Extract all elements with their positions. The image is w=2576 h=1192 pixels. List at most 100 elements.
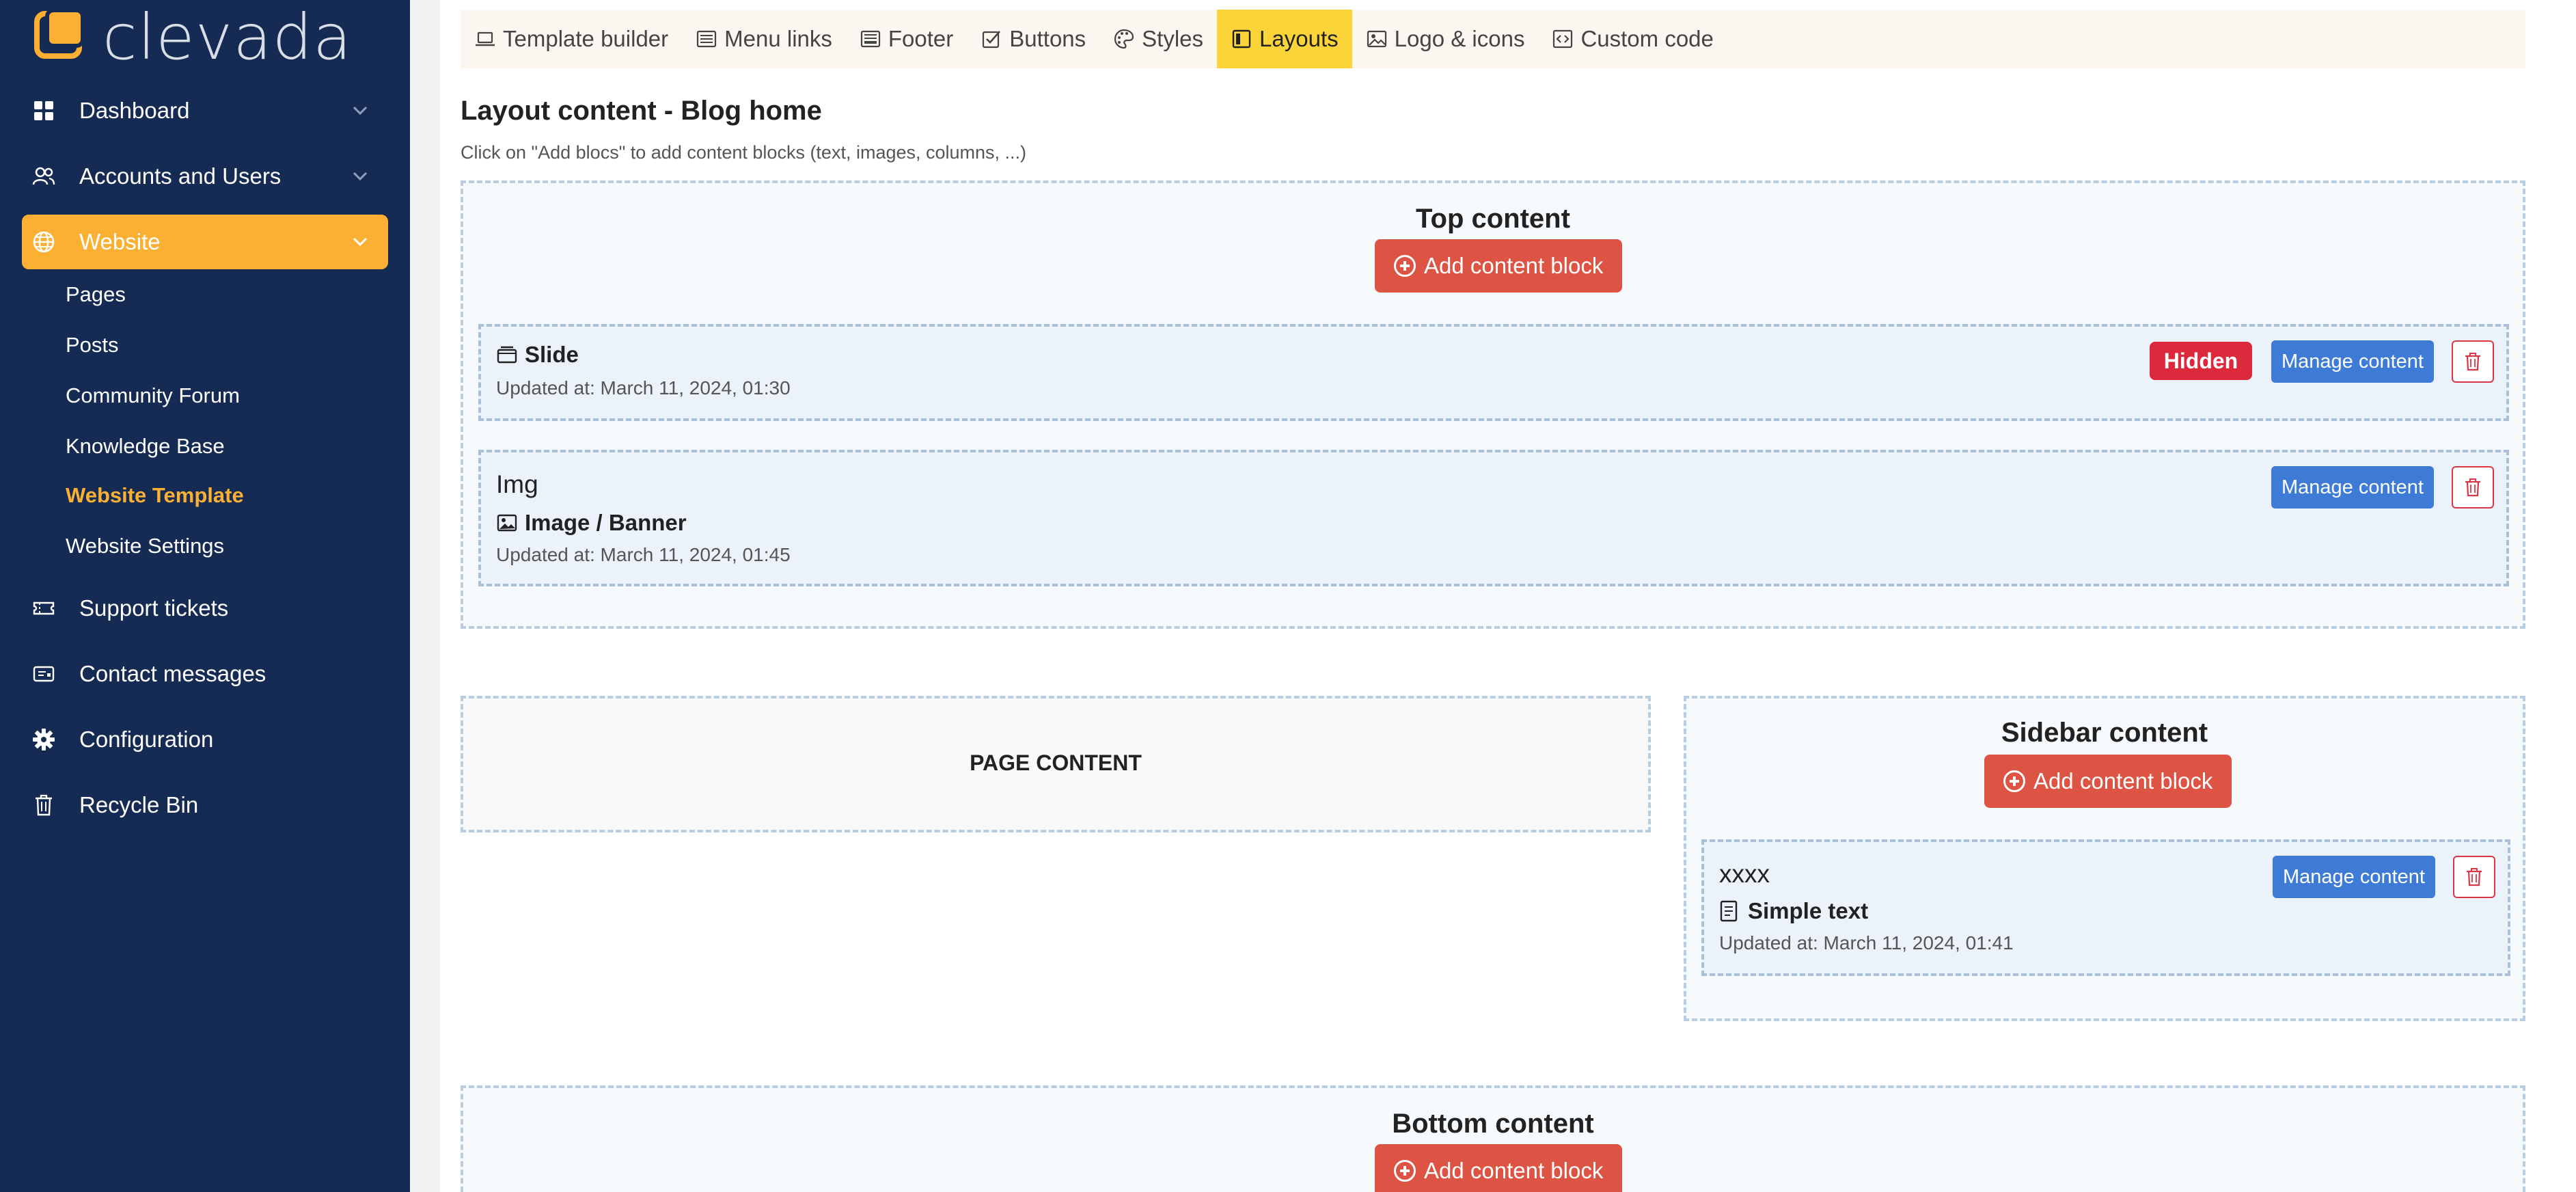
block-type: Slide bbox=[496, 342, 579, 368]
page-title: Layout content - Blog home bbox=[461, 96, 822, 126]
block-type-label: Simple text bbox=[1748, 898, 1869, 923]
block-name: xxxx bbox=[1719, 860, 1770, 888]
nav-item-configuration[interactable]: Configuration bbox=[22, 712, 388, 767]
nav-item-website[interactable]: Website bbox=[22, 215, 388, 269]
zone-title: Bottom content bbox=[1392, 1109, 1594, 1139]
block-name: Img bbox=[496, 470, 538, 498]
tab-label: Layouts bbox=[1259, 26, 1339, 51]
sub-item-posts[interactable]: Posts bbox=[66, 328, 119, 362]
template-tabs: Template builder Menu links Footer Butto… bbox=[461, 10, 2525, 68]
button-label: Add content block bbox=[1424, 253, 1604, 278]
block-updated-at: Updated at: March 11, 2024, 01:45 bbox=[496, 544, 791, 565]
chevron-down-icon bbox=[350, 100, 370, 120]
users-icon bbox=[31, 164, 56, 189]
logo-mark-icon bbox=[34, 8, 93, 67]
block-type: Image / Banner bbox=[496, 510, 687, 536]
sub-item-pages[interactable]: Pages bbox=[66, 277, 126, 312]
zone-title: Top content bbox=[1416, 204, 1570, 234]
tab-footer[interactable]: Footer bbox=[846, 10, 967, 68]
nav-item-label: Recycle Bin bbox=[79, 792, 199, 817]
delete-block-button[interactable] bbox=[2452, 466, 2494, 509]
nav-item-dashboard[interactable]: Dashboard bbox=[22, 83, 388, 138]
laptop-icon bbox=[474, 28, 496, 50]
code-icon bbox=[1552, 28, 1574, 50]
content-block-slide: Slide Updated at: March 11, 2024, 01:30 … bbox=[478, 324, 2509, 421]
nav-item-label: Contact messages bbox=[79, 661, 266, 686]
main-panel: Template builder Menu links Footer Butto… bbox=[440, 0, 2576, 1192]
trash-icon bbox=[2465, 353, 2480, 371]
nav-item-support-tickets[interactable]: Support tickets bbox=[22, 581, 388, 636]
add-content-block-button[interactable]: Add content block bbox=[1375, 1144, 1623, 1192]
nav-item-label: Dashboard bbox=[79, 98, 190, 123]
tab-logo-icons[interactable]: Logo & icons bbox=[1352, 10, 1539, 68]
block-type-label: Slide bbox=[525, 342, 579, 367]
plus-circle-icon bbox=[1394, 1160, 1416, 1182]
add-content-block-button[interactable]: Add content block bbox=[1984, 755, 2232, 808]
gear-icon bbox=[31, 727, 56, 752]
zone-top-content: Top content Add content block Slide Upda… bbox=[461, 180, 2525, 629]
globe-icon bbox=[31, 230, 56, 254]
tab-label: Custom code bbox=[1580, 26, 1714, 51]
delete-block-button[interactable] bbox=[2452, 340, 2494, 383]
button-label: Add content block bbox=[1424, 1158, 1604, 1183]
manage-content-button[interactable]: Manage content bbox=[2271, 466, 2434, 509]
block-updated-at: Updated at: March 11, 2024, 01:30 bbox=[496, 377, 791, 398]
plus-circle-icon bbox=[2003, 770, 2025, 792]
menu-icon bbox=[696, 28, 717, 50]
zone-bottom-content: Bottom content Add content block bbox=[461, 1085, 2525, 1192]
button-label: Add content block bbox=[2033, 768, 2213, 794]
nav-item-recycle-bin[interactable]: Recycle Bin bbox=[22, 778, 388, 832]
trash-icon bbox=[31, 793, 56, 817]
tab-template-builder[interactable]: Template builder bbox=[461, 10, 682, 68]
tab-label: Menu links bbox=[724, 26, 832, 51]
checkbox-icon bbox=[981, 28, 1002, 50]
add-content-block-button[interactable]: Add content block bbox=[1375, 239, 1623, 293]
sidebar: clevada Dashboard Accounts and Users Web… bbox=[0, 0, 410, 1192]
footer-icon bbox=[860, 28, 881, 50]
trash-icon bbox=[2467, 868, 2482, 886]
nav-item-label: Website bbox=[79, 229, 161, 254]
tab-menu-links[interactable]: Menu links bbox=[682, 10, 846, 68]
tab-custom-code[interactable]: Custom code bbox=[1538, 10, 1727, 68]
dashboard-icon bbox=[31, 98, 56, 123]
ticket-icon bbox=[31, 596, 56, 621]
page-hint: Click on "Add blocs" to add content bloc… bbox=[461, 142, 1027, 163]
manage-content-button[interactable]: Manage content bbox=[2271, 340, 2434, 383]
nav-item-label: Configuration bbox=[79, 727, 214, 752]
delete-block-button[interactable] bbox=[2453, 856, 2495, 898]
chevron-down-icon bbox=[350, 231, 370, 252]
zone-sidebar-content: Sidebar content Add content block xxxx S… bbox=[1684, 696, 2525, 1021]
nav-item-accounts-users[interactable]: Accounts and Users bbox=[22, 149, 388, 204]
trash-icon bbox=[2465, 478, 2480, 497]
zone-page-content: PAGE CONTENT bbox=[461, 696, 1651, 832]
document-icon bbox=[1719, 900, 1741, 922]
tab-label: Styles bbox=[1142, 26, 1204, 51]
sub-item-website-settings[interactable]: Website Settings bbox=[66, 529, 224, 563]
block-type-label: Image / Banner bbox=[525, 510, 687, 535]
tab-label: Buttons bbox=[1009, 26, 1086, 51]
chevron-down-icon bbox=[350, 165, 370, 186]
zone-title: Sidebar content bbox=[2001, 718, 2208, 748]
sub-item-community-forum[interactable]: Community Forum bbox=[66, 379, 240, 413]
block-type: Simple text bbox=[1719, 898, 1868, 924]
message-icon bbox=[31, 662, 56, 686]
manage-content-button[interactable]: Manage content bbox=[2273, 856, 2435, 898]
block-updated-at: Updated at: March 11, 2024, 01:41 bbox=[1719, 932, 2014, 953]
image-icon bbox=[1366, 28, 1388, 50]
nav-item-contact-messages[interactable]: Contact messages bbox=[22, 647, 388, 701]
image-icon bbox=[496, 512, 518, 534]
tab-buttons[interactable]: Buttons bbox=[967, 10, 1099, 68]
page-content-label: PAGE CONTENT bbox=[970, 750, 1142, 775]
tab-styles[interactable]: Styles bbox=[1099, 10, 1217, 68]
nav-item-label: Support tickets bbox=[79, 595, 229, 621]
tab-label: Footer bbox=[888, 26, 954, 51]
slide-icon bbox=[496, 344, 518, 366]
sub-item-knowledge-base[interactable]: Knowledge Base bbox=[66, 429, 225, 463]
status-badge-hidden: Hidden bbox=[2150, 342, 2252, 380]
brand-logo[interactable]: clevada bbox=[34, 6, 352, 69]
sub-item-website-template[interactable]: Website Template bbox=[66, 478, 244, 513]
layout-icon bbox=[1231, 28, 1252, 50]
tab-layouts[interactable]: Layouts bbox=[1217, 10, 1352, 68]
tab-label: Template builder bbox=[503, 26, 669, 51]
tab-label: Logo & icons bbox=[1394, 26, 1525, 51]
